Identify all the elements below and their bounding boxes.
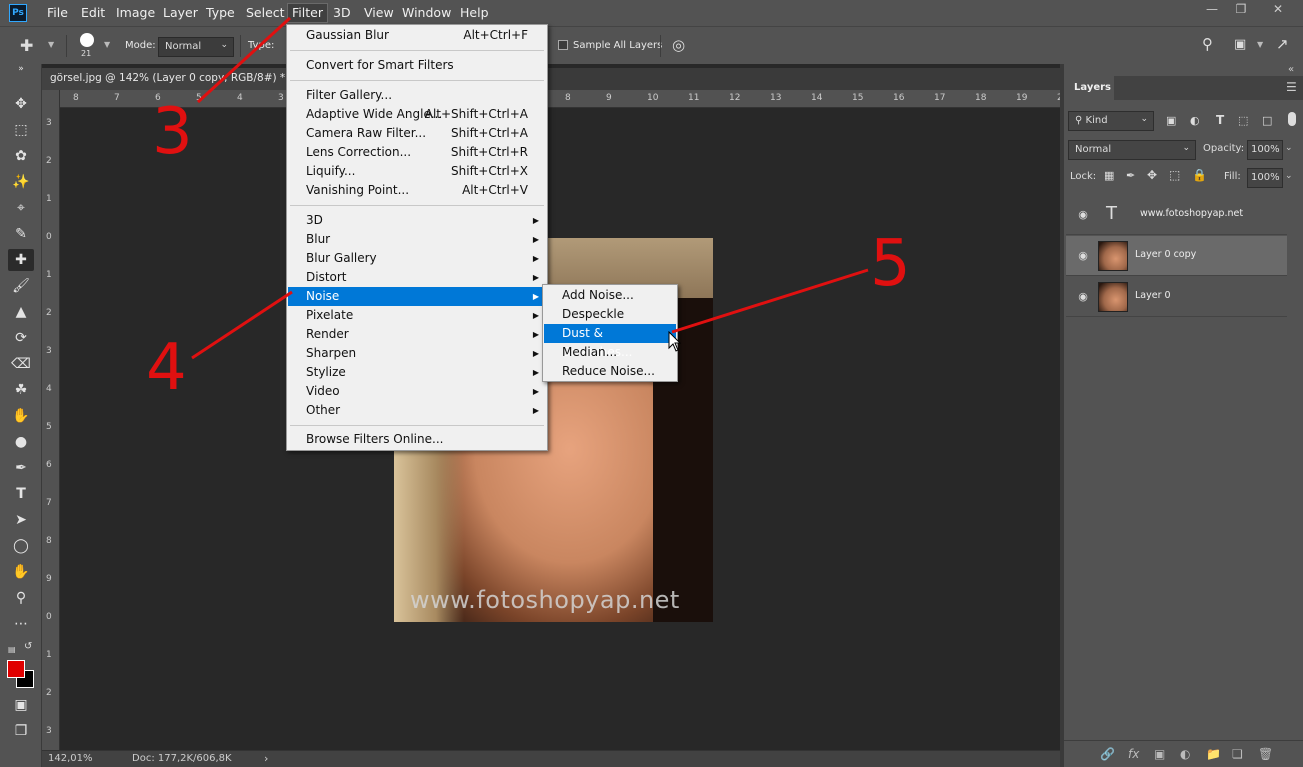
annotation-arrow-3 xyxy=(196,16,292,104)
annotation-arrow-5 xyxy=(671,268,869,334)
annotation-arrows xyxy=(191,16,869,360)
annotation-step-5: 5 xyxy=(870,227,911,301)
annotation-step-4: 4 xyxy=(146,331,187,405)
annotation-step-3: 3 xyxy=(152,95,193,169)
annotation-arrow-4 xyxy=(191,290,293,360)
